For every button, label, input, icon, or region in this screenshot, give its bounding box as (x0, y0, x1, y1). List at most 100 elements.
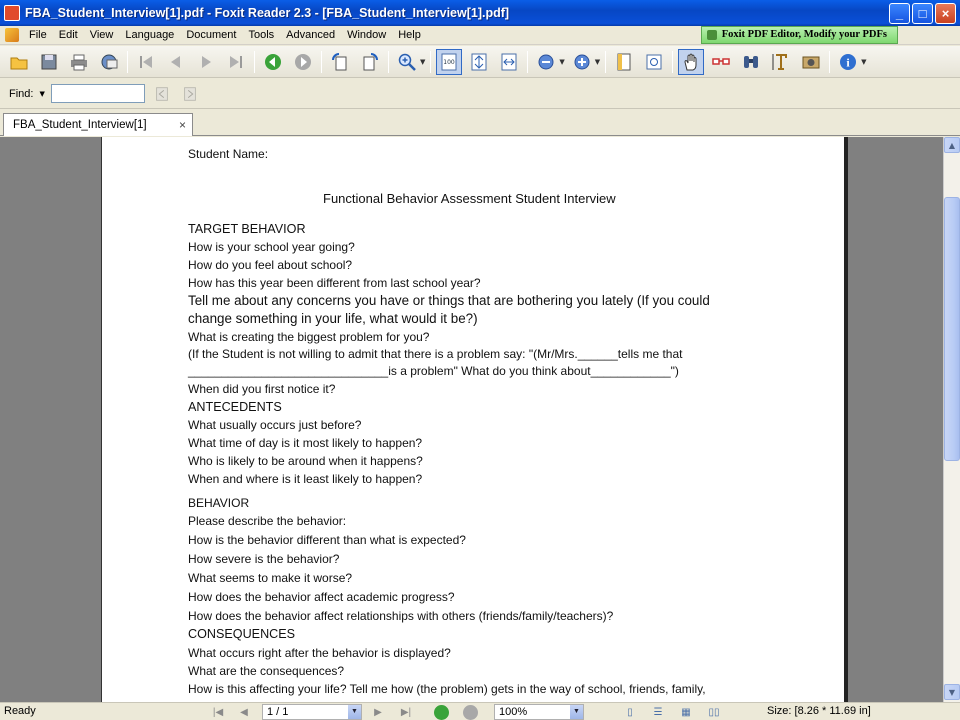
menu-advanced[interactable]: Advanced (280, 29, 341, 41)
maximize-button[interactable]: □ (912, 3, 933, 24)
rotate-right-icon[interactable] (357, 49, 383, 75)
doc-line: How does the behavior affect relationshi… (188, 609, 614, 623)
first-page-icon[interactable] (133, 49, 159, 75)
find-label: Find: (9, 87, 34, 100)
doc-line: change something in your life, what woul… (188, 311, 478, 326)
doc-line: How is the behavior different than what … (188, 533, 466, 547)
thumbnails-icon[interactable] (641, 49, 667, 75)
menu-window[interactable]: Window (341, 29, 392, 41)
foxit-app-icon[interactable] (4, 5, 20, 21)
main-toolbar: ▼ 100 ▼ ▼ i ▼ (0, 46, 960, 78)
previous-page-icon[interactable] (163, 49, 189, 75)
document-title: Functional Behavior Assessment Student I… (323, 191, 616, 206)
single-page-icon[interactable]: ▯ (622, 704, 638, 720)
previous-page-icon[interactable]: ◀ (236, 704, 252, 720)
last-page-icon[interactable] (223, 49, 249, 75)
doc-line: What usually occurs just before? (188, 418, 362, 432)
find-icon[interactable] (738, 49, 764, 75)
facing-page-icon[interactable]: ▦ (678, 704, 694, 720)
doc-line: How severe is the behavior? (188, 552, 340, 566)
doc-line: Who is likely to be around when it happe… (188, 454, 423, 468)
doc-line: When did you first notice it? (188, 382, 336, 396)
first-page-icon[interactable]: |◀ (210, 704, 226, 720)
go-forward-icon[interactable] (290, 49, 316, 75)
page-shadow (844, 137, 848, 702)
scroll-up-icon[interactable]: ▲ (944, 137, 960, 153)
menu-file[interactable]: File (23, 29, 53, 41)
doc-line: What time of day is it most likely to ha… (188, 436, 423, 450)
toolbar-separator (388, 50, 389, 73)
go-forward-icon[interactable] (463, 705, 478, 720)
menu-tools[interactable]: Tools (242, 29, 280, 41)
toolbar-separator (672, 50, 674, 73)
heading-antecedents: ANTECEDENTS (188, 400, 282, 414)
zoom-level-dropdown-icon[interactable]: ▼ (570, 705, 583, 719)
find-options-dropdown-icon[interactable]: ▼ (39, 90, 44, 98)
foxit-editor-promo-link[interactable]: Foxit PDF Editor, Modify your PDFs (700, 26, 898, 44)
page-number-field[interactable]: 1 / 1 ▼ (262, 704, 362, 720)
heading-target-behavior: TARGET BEHAVIOR (188, 222, 306, 236)
go-back-icon[interactable] (260, 49, 286, 75)
doc-line: What seems to make it worse? (188, 571, 353, 585)
glasses-icon[interactable] (708, 49, 734, 75)
scrollbar-thumb[interactable] (944, 197, 960, 461)
fit-page-icon[interactable] (466, 49, 492, 75)
zoom-level-field[interactable]: 100% ▼ (494, 704, 584, 720)
find-previous-icon[interactable] (151, 84, 173, 104)
minimize-button[interactable]: _ (889, 3, 910, 24)
doc-line: How does the behavior affect academic pr… (188, 590, 455, 604)
tab-fba-student-interview[interactable]: FBA_Student_Interview[1] × (3, 113, 193, 136)
next-page-icon[interactable]: ▶ (370, 704, 386, 720)
zoom-out-icon[interactable] (533, 49, 559, 75)
fit-width-icon[interactable] (496, 49, 522, 75)
window-title: FBA_Student_Interview[1].pdf - Foxit Rea… (25, 6, 510, 20)
print-icon[interactable] (66, 49, 92, 75)
zoom-out-dropdown-icon[interactable]: ▼ (559, 58, 564, 66)
page-number-value: 1 / 1 (267, 706, 289, 718)
status-ready-text: Ready (4, 705, 36, 717)
email-icon[interactable] (96, 49, 122, 75)
menu-language[interactable]: Language (119, 29, 180, 41)
actual-size-icon[interactable]: 100 (436, 48, 463, 75)
open-icon[interactable] (6, 49, 32, 75)
find-next-icon[interactable] (179, 84, 201, 104)
close-button[interactable]: × (935, 3, 956, 24)
document-menu-icon[interactable] (5, 28, 19, 42)
rotate-left-icon[interactable] (327, 49, 353, 75)
bookmarks-icon[interactable] (611, 49, 637, 75)
zoom-dropdown-icon[interactable]: ▼ (420, 58, 425, 66)
vertical-scrollbar[interactable]: ▲ ▼ (943, 137, 960, 702)
info-dropdown-icon[interactable]: ▼ (861, 58, 866, 66)
menu-view[interactable]: View (84, 29, 120, 41)
menu-document[interactable]: Document (180, 29, 242, 41)
document-viewer[interactable]: Student Name: Functional Behavior Assess… (0, 137, 943, 702)
doc-line: How do you feel about school? (188, 258, 353, 272)
text-select-icon[interactable] (768, 49, 794, 75)
snapshot-icon[interactable] (798, 49, 824, 75)
next-page-icon[interactable] (193, 49, 219, 75)
zoom-in-icon[interactable] (394, 49, 420, 75)
document-tab-strip: FBA_Student_Interview[1] × (0, 110, 960, 136)
continuous-page-icon[interactable]: ☰ (650, 704, 666, 720)
find-input[interactable] (50, 84, 145, 103)
tab-close-icon[interactable]: × (179, 118, 186, 132)
menu-edit[interactable]: Edit (53, 29, 84, 41)
go-back-icon[interactable] (434, 705, 449, 720)
last-page-icon[interactable]: ▶| (398, 704, 414, 720)
toolbar-separator (254, 50, 255, 73)
toolbar-separator (829, 50, 831, 73)
tab-label: FBA_Student_Interview[1] (13, 119, 147, 131)
zoom-in-dropdown-icon[interactable]: ▼ (595, 58, 600, 66)
doc-line: What is creating the biggest problem for… (188, 330, 430, 344)
hand-tool-icon[interactable] (678, 48, 705, 75)
scroll-down-icon[interactable]: ▼ (944, 684, 960, 700)
page-dropdown-icon[interactable]: ▼ (348, 705, 361, 719)
menu-help[interactable]: Help (392, 29, 427, 41)
info-icon[interactable]: i (835, 49, 861, 75)
continuous-facing-icon[interactable]: ▯▯ (706, 704, 722, 720)
save-icon[interactable] (36, 49, 62, 75)
doc-line: How has this year been different from la… (188, 276, 481, 290)
zoom-level-value: 100% (499, 706, 528, 718)
svg-text:100: 100 (444, 59, 456, 66)
zoom-in-plus-icon[interactable] (569, 49, 595, 75)
